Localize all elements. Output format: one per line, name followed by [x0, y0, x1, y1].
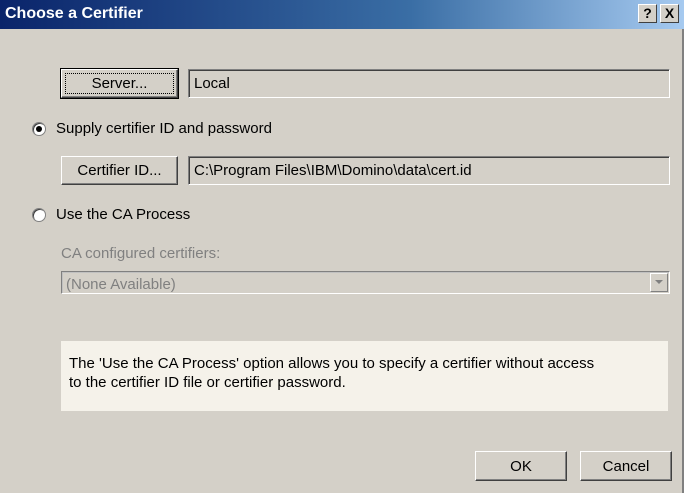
dropdown-arrow-icon[interactable]: [650, 273, 668, 292]
ca-certifiers-dropdown[interactable]: (None Available): [61, 271, 670, 294]
ca-certifiers-label: CA configured certifiers:: [61, 245, 221, 262]
radio-selected-dot: [36, 126, 42, 132]
server-field: Local: [188, 69, 670, 98]
supply-certifier-label[interactable]: Supply certifier ID and password: [56, 120, 272, 137]
cancel-button-label: Cancel: [602, 458, 650, 475]
ok-button[interactable]: OK: [475, 451, 567, 481]
choose-certifier-dialog: Choose a Certifier ? X Server... Local S…: [0, 0, 684, 493]
server-button[interactable]: Server...: [60, 68, 179, 99]
supply-certifier-radio[interactable]: [32, 122, 46, 136]
info-text: The 'Use the CA Process' option allows y…: [69, 355, 595, 391]
title-bar[interactable]: Choose a Certifier ? X: [0, 0, 684, 29]
window-title: Choose a Certifier: [5, 5, 143, 22]
use-ca-process-radio[interactable]: [32, 208, 46, 222]
certifier-id-button[interactable]: Certifier ID...: [61, 156, 178, 185]
info-box: The 'Use the CA Process' option allows y…: [61, 341, 668, 411]
server-button-label: Server...: [91, 75, 148, 92]
ca-certifiers-value: (None Available): [66, 276, 176, 293]
close-button[interactable]: X: [660, 4, 679, 23]
cancel-button[interactable]: Cancel: [580, 451, 672, 481]
certifier-id-button-label: Certifier ID...: [77, 162, 162, 179]
ok-button-label: OK: [510, 458, 532, 475]
certifier-id-field: C:\Program Files\IBM\Domino\data\cert.id: [188, 156, 670, 185]
use-ca-process-label[interactable]: Use the CA Process: [56, 206, 190, 223]
help-button[interactable]: ?: [638, 4, 657, 23]
